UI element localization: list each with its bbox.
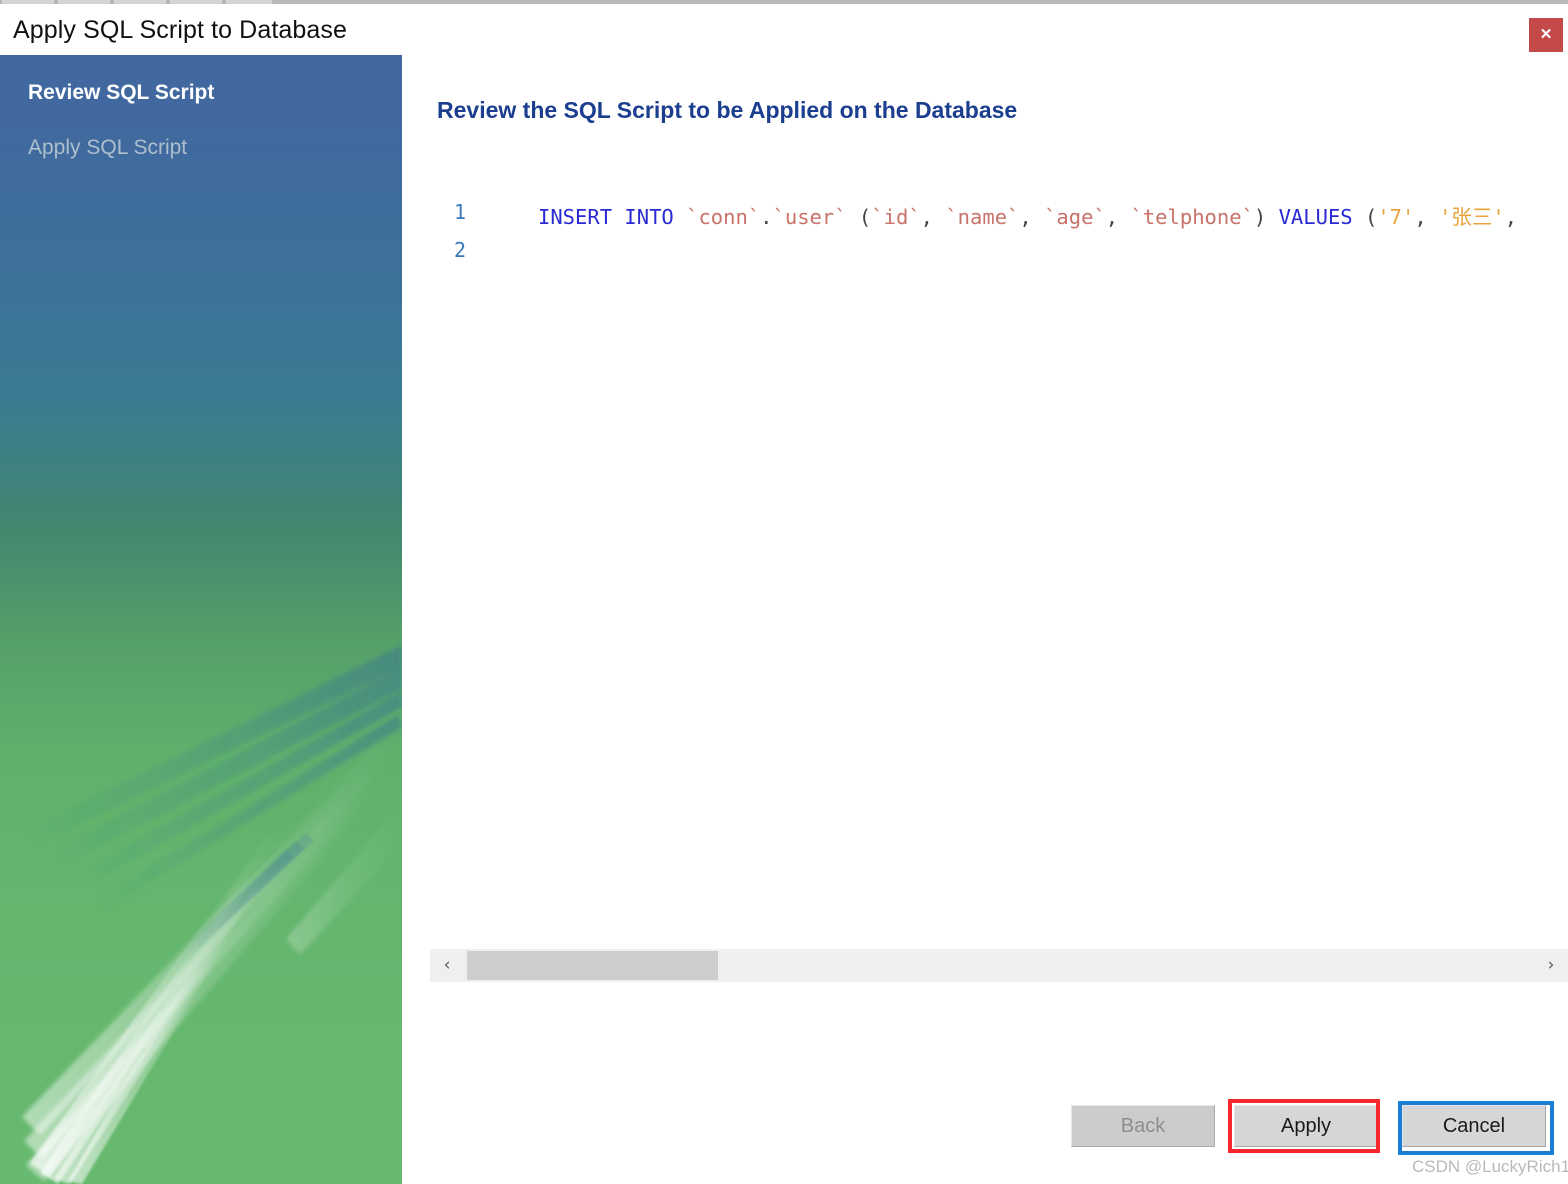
code-token: `name` — [945, 205, 1020, 229]
code-token: . — [760, 205, 773, 229]
sidebar-item-review-sql-script[interactable]: Review SQL Script — [28, 81, 214, 105]
apply-sql-script-dialog: Apply SQL Script to Database ✕ Review SQ… — [0, 4, 1568, 1184]
code-line-number: 2 — [453, 238, 466, 262]
scrollbar-thumb[interactable] — [467, 951, 718, 980]
sidebar-decorative-streaks — [22, 645, 402, 1184]
code-token: ( — [1352, 205, 1378, 229]
scroll-right-arrow-icon[interactable]: › — [1534, 949, 1568, 982]
code-line-text: INSERT INTO `conn`.`user` (`id`, `name`,… — [538, 200, 1517, 230]
wizard-sidebar: Review SQL Script Apply SQL Script — [0, 55, 402, 1184]
close-button[interactable]: ✕ — [1529, 18, 1563, 52]
code-token: `user` — [772, 205, 847, 229]
sql-script-editor[interactable]: 1 INSERT INTO `conn`.`user` (`id`, `name`… — [402, 200, 1568, 948]
horizontal-scrollbar[interactable]: ‹ › — [430, 949, 1568, 982]
apply-button[interactable]: Apply — [1234, 1105, 1378, 1147]
main-content-panel: Review the SQL Script to be Applied on t… — [402, 55, 1568, 1184]
code-token: , — [1105, 205, 1131, 229]
code-token: ( — [846, 205, 872, 229]
code-token: `id` — [871, 205, 921, 229]
scroll-left-arrow-icon[interactable]: ‹ — [430, 949, 464, 982]
code-token: `telphone` — [1130, 205, 1254, 229]
code-line-number: 1 — [453, 200, 466, 224]
code-token: INSERT INTO — [538, 205, 687, 229]
close-icon: ✕ — [1539, 26, 1553, 43]
dialog-footer: Back Apply Cancel CSDN @LuckyRich1 — [402, 1095, 1568, 1184]
watermark: CSDN @LuckyRich1 — [1412, 1157, 1568, 1176]
page-title: Review the SQL Script to be Applied on t… — [437, 97, 1018, 123]
dialog-titlebar: Apply SQL Script to Database ✕ — [0, 4, 1568, 55]
cancel-button[interactable]: Cancel — [1402, 1105, 1546, 1147]
dialog-title: Apply SQL Script to Database — [13, 16, 347, 44]
code-token: ) — [1253, 205, 1279, 229]
code-token: , — [1504, 205, 1518, 229]
sidebar-item-apply-sql-script[interactable]: Apply SQL Script — [28, 136, 187, 160]
back-button[interactable]: Back — [1071, 1105, 1215, 1147]
code-token: `conn` — [686, 205, 761, 229]
code-token: , — [1414, 205, 1440, 229]
code-token: '7' — [1377, 205, 1415, 229]
code-token: `age` — [1044, 205, 1106, 229]
code-token: , — [1019, 205, 1045, 229]
code-line: 1 INSERT INTO `conn`.`user` (`id`, `name`… — [402, 200, 1568, 238]
code-line: 2 — [402, 238, 1568, 276]
code-token: '张三' — [1439, 205, 1505, 229]
code-token: , — [920, 205, 946, 229]
code-token: VALUES — [1278, 205, 1353, 229]
